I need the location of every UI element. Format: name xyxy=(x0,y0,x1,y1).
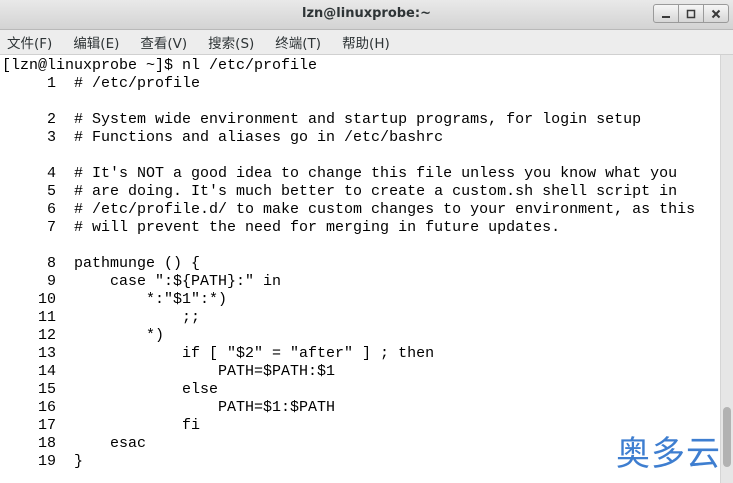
minimize-button[interactable] xyxy=(653,4,679,23)
terminal-line: 15 else xyxy=(2,381,219,398)
terminal-line: 13 if [ "$2" = "after" ] ; then xyxy=(2,345,435,362)
maximize-button[interactable] xyxy=(678,4,704,23)
window-controls xyxy=(653,4,729,23)
terminal-line: [lzn@linuxprobe ~]$ nl /etc/profile xyxy=(2,57,318,74)
menu-view[interactable]: 查看(V) xyxy=(137,32,190,52)
menu-edit[interactable]: 编辑(E) xyxy=(70,32,122,52)
vertical-scrollbar[interactable] xyxy=(720,55,733,483)
terminal-line: 10 *:"$1":*) xyxy=(2,291,228,308)
window-title: lzn@linuxprobe:~ xyxy=(302,6,431,21)
terminal-line: 6 # /etc/profile.d/ to make custom chang… xyxy=(2,201,696,218)
minimize-icon xyxy=(662,15,670,18)
terminal-line: 17 fi xyxy=(2,417,201,434)
terminal-line: 11 ;; xyxy=(2,309,201,326)
menu-bar: 文件(F) 编辑(E) 查看(V) 搜索(S) 终端(T) 帮助(H) xyxy=(0,30,733,55)
terminal-window: lzn@linuxprobe:~ 文件(F) 编辑(E) 查看(V) 搜索(S)… xyxy=(0,0,733,483)
terminal-line: 3 # Functions and aliases go in /etc/bas… xyxy=(2,129,444,146)
menu-terminal[interactable]: 终端(T) xyxy=(272,32,324,52)
terminal-line: 5 # are doing. It's much better to creat… xyxy=(2,183,678,200)
terminal-line: 16 PATH=$1:$PATH xyxy=(2,399,336,416)
watermark-logo: 奥多云 xyxy=(616,434,721,474)
terminal-line: 9 case ":${PATH}:" in xyxy=(2,273,282,290)
maximize-icon xyxy=(686,9,696,18)
menu-search[interactable]: 搜索(S) xyxy=(205,32,257,52)
menu-file[interactable]: 文件(F) xyxy=(4,32,55,52)
terminal-line: 14 PATH=$PATH:$1 xyxy=(2,363,336,380)
menu-help[interactable]: 帮助(H) xyxy=(339,32,393,52)
terminal-line: 8 pathmunge () { xyxy=(2,255,201,272)
scrollbar-thumb[interactable] xyxy=(723,407,731,467)
terminal-output[interactable]: [lzn@linuxprobe ~]$ nl /etc/profile 1 # … xyxy=(0,55,720,483)
terminal-line: 2 # System wide environment and startup … xyxy=(2,111,642,128)
close-button[interactable] xyxy=(703,4,729,23)
terminal-line: 18 esac xyxy=(2,435,147,452)
terminal-line: 19 } xyxy=(2,453,84,470)
close-icon xyxy=(711,9,721,18)
terminal-line: 1 # /etc/profile xyxy=(2,75,201,92)
terminal-line: 12 *) xyxy=(2,327,165,344)
title-bar[interactable]: lzn@linuxprobe:~ xyxy=(0,0,733,30)
terminal-line: 7 # will prevent the need for merging in… xyxy=(2,219,561,236)
terminal-line: 4 # It's NOT a good idea to change this … xyxy=(2,165,678,182)
